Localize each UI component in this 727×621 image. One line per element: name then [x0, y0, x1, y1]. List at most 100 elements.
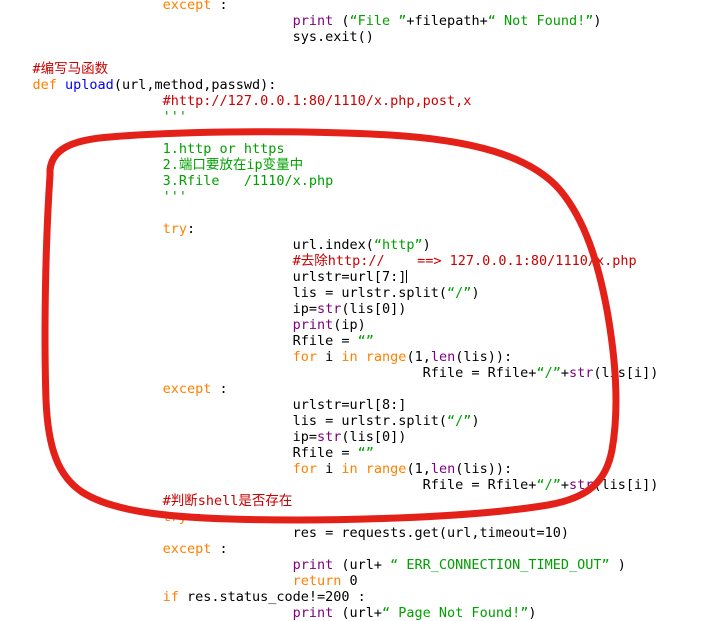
code-line[interactable]: if res.status_code!=200 : — [0, 589, 727, 605]
code-token-plain: i — [317, 461, 342, 477]
code-token-bi: str — [317, 429, 342, 445]
code-token-plain: (lis)): — [455, 349, 513, 365]
code-line[interactable]: try : — [0, 509, 727, 525]
code-token-plain: +filepath+ — [406, 13, 488, 29]
code-token-plain: : — [211, 541, 228, 557]
code-line[interactable]: print (“File ”+filepath+“ Not Found!”) — [0, 13, 727, 29]
code-line[interactable]: try: — [0, 221, 727, 237]
code-token-plain: : — [211, 0, 228, 13]
code-line[interactable]: #去除http:// ==> 127.0.0.1:80/1110/x.php — [0, 253, 727, 269]
code-token-bi: print — [292, 557, 334, 573]
code-token-plain: ( — [333, 13, 350, 29]
code-line[interactable]: 2.端口要放在ip变量中 — [0, 157, 727, 173]
code-line[interactable] — [0, 125, 727, 141]
code-token-plain: (1, — [406, 461, 431, 477]
code-token-plain: 0 — [341, 573, 358, 589]
code-line[interactable]: Rfile = “” — [0, 333, 727, 349]
code-line[interactable]: Rfile = “” — [0, 445, 727, 461]
code-line[interactable]: print (url+ “ ERR_CONNECTION_TIMED_OUT” … — [0, 557, 727, 573]
code-token-plain: i — [317, 349, 342, 365]
code-line[interactable]: Rfile = Rfile+“/”+str(lis[i]) — [0, 365, 727, 381]
code-token-plain: ) — [593, 13, 602, 29]
code-token-bi: print — [292, 13, 334, 29]
code-token-bi: len — [430, 461, 456, 477]
code-line[interactable]: print (url+“ Page Not Found!”) — [0, 605, 727, 621]
code-line[interactable]: ''' — [0, 109, 727, 125]
code-token-plain: url.index( — [292, 237, 374, 253]
code-token-plain: lis = urlstr.split( — [292, 285, 448, 301]
code-line[interactable]: lis = urlstr.split(“/”) — [0, 285, 727, 301]
code-token-plain: (1, — [406, 349, 431, 365]
code-token-str: “/” — [536, 365, 561, 381]
code-token-doc: 2.端口要放在ip变量中 — [162, 157, 304, 173]
code-token-plain: sys.exit() — [292, 29, 374, 45]
code-line[interactable]: except : — [0, 0, 727, 13]
code-token-kw: except — [162, 381, 212, 397]
code-line[interactable]: #http://127.0.0.1:80/1110/x.php,post,x — [0, 93, 727, 109]
code-token-str: “ Not Found!” — [487, 13, 594, 29]
code-token-plain: ) — [609, 557, 626, 573]
code-token-str: “/” — [447, 285, 472, 301]
code-token-str: “http” — [373, 237, 423, 253]
code-token-plain: ) — [422, 237, 431, 253]
code-line[interactable]: sys.exit() — [0, 29, 727, 45]
code-token-plain: (lis[0]) — [341, 429, 407, 445]
source-code-listing[interactable]: except : print (“File ”+filepath+“ Not F… — [0, 0, 727, 621]
code-line[interactable]: ''' — [0, 189, 727, 205]
code-line[interactable]: res = requests.get(url,timeout=10) — [0, 525, 727, 541]
code-token-plain: (lis[i]) — [593, 477, 659, 493]
code-token-plain: urlstr=url[8:] — [292, 397, 407, 413]
code-token-cmt: #http://127.0.0.1:80/1110/x.php,post,x — [162, 93, 472, 109]
code-token-kw: if — [162, 589, 179, 605]
code-token-plain: Rfile = — [292, 445, 358, 461]
code-line[interactable]: ip=str(lis[0]) — [0, 429, 727, 445]
code-line[interactable]: url.index(“http”) — [0, 237, 727, 253]
code-line[interactable] — [0, 45, 727, 61]
code-line[interactable]: def upload(url,method,passwd): — [0, 77, 727, 93]
code-token-str: “ ERR_CONNECTION_TIMED_OUT” — [390, 557, 610, 573]
code-token-kw: try — [162, 221, 187, 237]
code-line[interactable]: 1.http or https — [0, 141, 727, 157]
code-line[interactable]: urlstr=url[7:] — [0, 269, 727, 285]
code-token-cmt: #编写马函数 — [32, 61, 109, 77]
code-token-plain: ip= — [292, 429, 317, 445]
code-line[interactable]: print(ip) — [0, 317, 727, 333]
code-line[interactable]: urlstr=url[8:] — [0, 397, 727, 413]
code-token-bi: print — [292, 317, 334, 333]
code-line[interactable]: #编写马函数 — [0, 61, 727, 77]
code-line[interactable]: Rfile = Rfile+“/”+str(lis[i]) — [0, 477, 727, 493]
code-line[interactable]: 3.Rfile /1110/x.php — [0, 173, 727, 189]
code-token-kw: for — [292, 461, 317, 477]
code-line[interactable]: ip=str(lis[0]) — [0, 301, 727, 317]
code-line[interactable] — [0, 205, 727, 221]
code-line[interactable]: for i in range(1,len(lis)): — [0, 349, 727, 365]
code-token-plain: ip= — [292, 301, 317, 317]
code-editor-canvas[interactable]: except : print (“File ”+filepath+“ Not F… — [0, 0, 727, 621]
code-line[interactable]: except : — [0, 381, 727, 397]
code-token-str: “/” — [447, 413, 472, 429]
code-token-bi: str — [568, 477, 594, 493]
code-token-plain: lis = urlstr.split( — [292, 413, 448, 429]
code-token-plain: ) — [471, 285, 480, 301]
code-token-kw: try — [162, 509, 187, 525]
code-line[interactable]: for i in range(1,len(lis)): — [0, 461, 727, 477]
code-line[interactable]: lis = urlstr.split(“/”) — [0, 413, 727, 429]
code-line[interactable]: except : — [0, 541, 727, 557]
code-line[interactable]: #判断shell是否存在 — [0, 493, 727, 509]
code-line[interactable]: return 0 — [0, 573, 727, 589]
